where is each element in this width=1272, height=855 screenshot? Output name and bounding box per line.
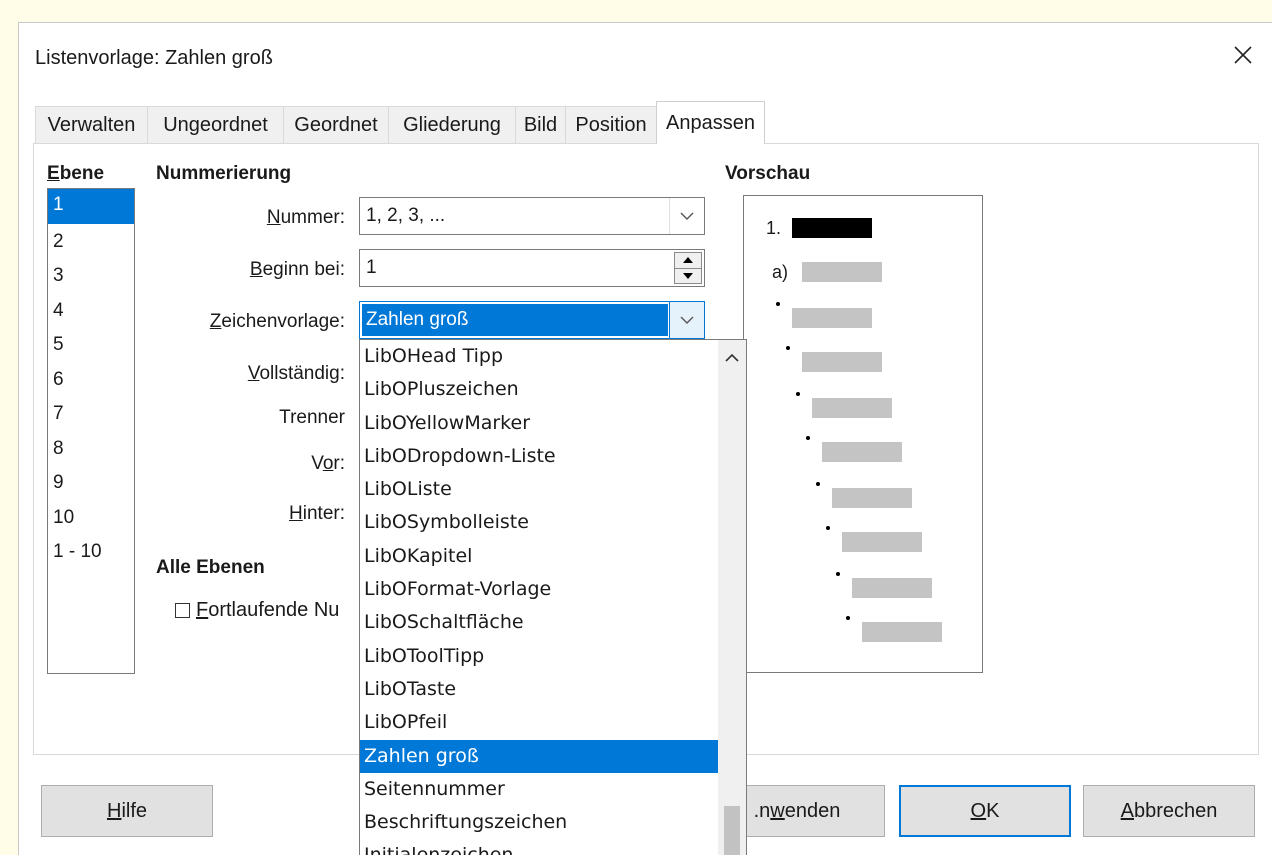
dropdown-item[interactable]: LibOTaste	[360, 673, 718, 706]
close-icon	[1234, 46, 1252, 64]
preview-number-1: 1.	[766, 218, 782, 238]
close-button[interactable]	[1221, 35, 1265, 75]
dropdown-item[interactable]: LibOKapitel	[360, 540, 718, 573]
dropdown-item[interactable]: Seitennummer	[360, 773, 718, 806]
scrollbar-thumb[interactable]	[724, 806, 740, 855]
dropdown-item[interactable]: LibOPfeil	[360, 706, 718, 739]
preview-bar	[842, 532, 922, 552]
consecutive-numbering-label: Fortlaufende Nu	[196, 599, 340, 621]
dropdown-item[interactable]: LibOPluszeichen	[360, 373, 718, 406]
all-levels-heading: Alle Ebenen	[156, 557, 265, 578]
spin-down-icon[interactable]	[675, 269, 701, 284]
preview-bar	[852, 578, 932, 598]
preview-box: 1. a)	[743, 195, 983, 673]
bullet-icon	[836, 572, 840, 576]
dropdown-item[interactable]: Beschriftungszeichen	[360, 806, 718, 839]
tab-gliederung[interactable]: Gliederung	[388, 106, 516, 144]
preview-bar	[802, 262, 882, 282]
spin-up-icon[interactable]	[675, 253, 701, 269]
chevron-down-icon[interactable]	[669, 198, 704, 234]
charstyle-select[interactable]: Zahlen groß	[359, 301, 705, 339]
dropdown-item[interactable]: LibOListe	[360, 473, 718, 506]
preview-bar	[802, 352, 882, 372]
preview-bar	[812, 398, 892, 418]
bullet-icon	[806, 436, 810, 440]
number-label: Nummer:	[266, 207, 345, 228]
dialog-window: Listenvorlage: Zahlen groß Verwalten Ung…	[18, 22, 1272, 855]
dropdown-item[interactable]: LibOToolTipp	[360, 640, 718, 673]
charstyle-label: Zeichenvorlage:	[209, 311, 345, 332]
tab-ungeordnet[interactable]: Ungeordnet	[147, 106, 284, 144]
bullet-icon	[776, 302, 780, 306]
dropdown-item[interactable]: LibOHead Tipp	[360, 340, 718, 373]
numbering-heading: Nummerierung	[156, 163, 292, 184]
ok-button[interactable]: OK	[899, 785, 1071, 837]
bullet-icon	[846, 616, 850, 620]
dropdown-item[interactable]: LibOSchaltfläche	[360, 606, 718, 639]
bullet-icon	[816, 482, 820, 486]
chevron-up-icon[interactable]	[722, 348, 742, 368]
preview-letter-a: a)	[772, 262, 789, 282]
preview-bar	[792, 218, 872, 238]
number-select[interactable]: 1, 2, 3, ...	[359, 197, 705, 235]
dropdown-item[interactable]: Initialenzeichen	[360, 839, 718, 855]
separator-label: Trenner	[279, 407, 345, 428]
bullet-icon	[796, 392, 800, 396]
dropdown-item[interactable]: LibOSymbolleiste	[360, 506, 718, 539]
dropdown-item-selected[interactable]: Zahlen groß	[360, 739, 718, 773]
preview-heading: Vorschau	[725, 163, 811, 184]
cancel-button[interactable]: Abbrechen	[1083, 785, 1255, 837]
charstyle-select-value: Zahlen groß	[366, 309, 469, 330]
charstyle-dropdown-list[interactable]: LibOHead Tipp LibOPluszeichen LibOYellow…	[359, 339, 747, 855]
bullet-icon	[786, 346, 790, 350]
preview-bar	[792, 308, 872, 328]
after-label: Hinter:	[289, 503, 345, 524]
tab-verwalten[interactable]: Verwalten	[35, 106, 148, 144]
dropdown-item[interactable]: LibOFormat-Vorlage	[360, 573, 718, 606]
chevron-down-icon[interactable]	[669, 302, 704, 338]
number-select-value: 1, 2, 3, ...	[366, 205, 446, 226]
tab-position[interactable]: Position	[565, 106, 657, 144]
preview-bar	[822, 442, 902, 462]
tab-bild[interactable]: Bild	[515, 106, 566, 144]
level-item[interactable]: 1 - 10	[48, 534, 134, 569]
dropdown-item[interactable]: LibOYellowMarker	[360, 407, 718, 440]
preview-bar	[832, 488, 912, 508]
start-spinbox[interactable]: 1	[359, 249, 705, 287]
level-heading: Ebene	[47, 163, 105, 184]
before-label: Vor:	[311, 453, 345, 474]
consecutive-numbering-checkbox[interactable]: Fortlaufende Nu	[175, 599, 339, 622]
tab-geordnet[interactable]: Geordnet	[283, 106, 389, 144]
start-label: Beginn bei:	[249, 259, 345, 280]
dropdown-item[interactable]: LibODropdown-Liste	[360, 440, 718, 473]
window-title: Listenvorlage: Zahlen groß	[35, 47, 273, 69]
complete-label: Vollständig:	[247, 363, 345, 384]
bullet-icon	[826, 526, 830, 530]
tab-anpassen[interactable]: Anpassen	[656, 101, 765, 144]
tab-bar: Verwalten Ungeordnet Geordnet Gliederung…	[35, 101, 765, 144]
help-button[interactable]: Hilfe	[41, 785, 213, 837]
checkbox-box[interactable]	[175, 603, 190, 618]
start-spinbox-value: 1	[366, 257, 377, 278]
spin-buttons	[674, 252, 702, 284]
dropdown-scrollbar[interactable]	[718, 340, 746, 855]
preview-bar	[862, 622, 942, 642]
